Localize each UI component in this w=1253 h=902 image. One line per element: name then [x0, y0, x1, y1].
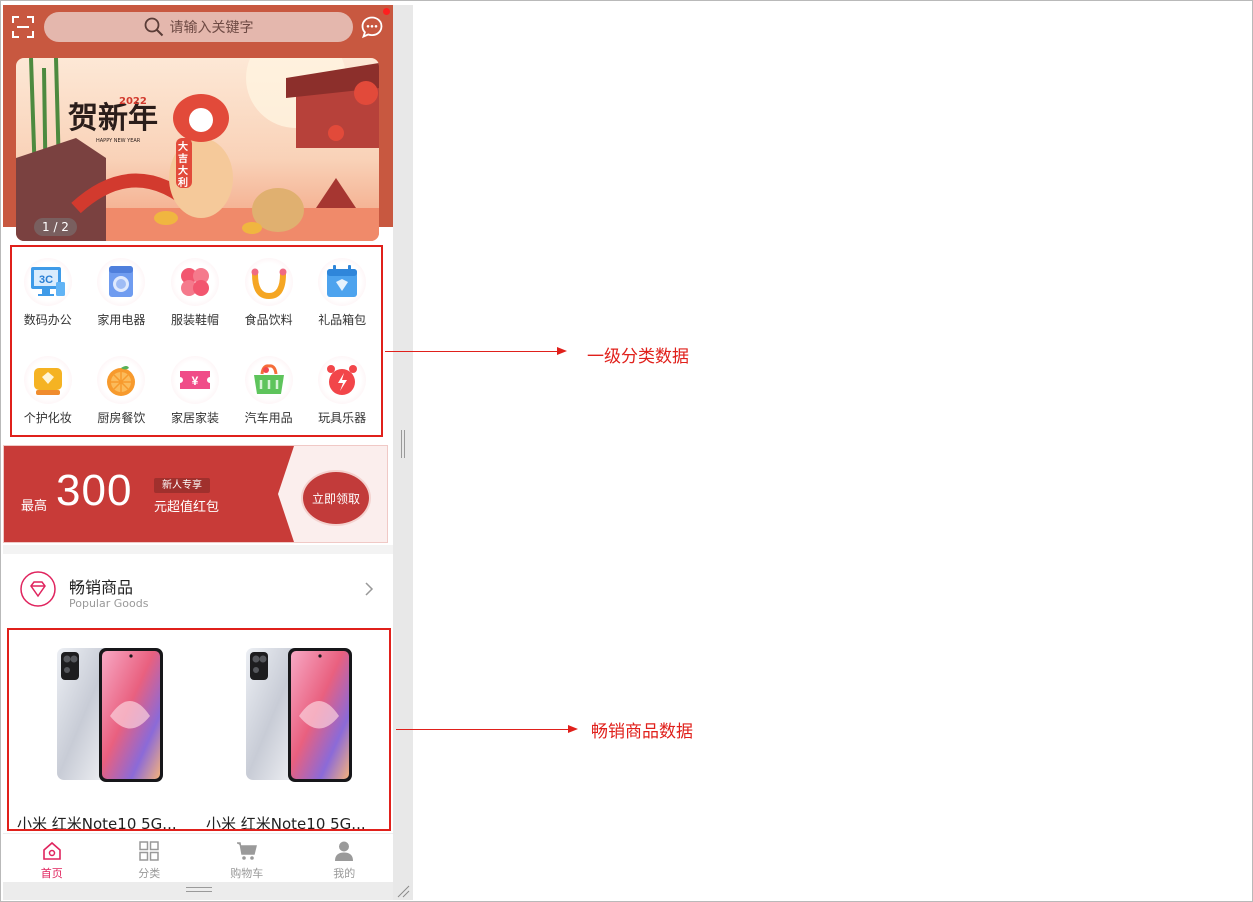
products-annotation-label: 畅销商品数据	[591, 722, 693, 742]
washing-machine-icon	[109, 266, 134, 297]
product-name: 小米 红米Note10 5G...	[17, 815, 177, 833]
banner-year: 2022	[119, 96, 147, 107]
category-label: 家用电器	[97, 313, 146, 327]
diamond-icon	[20, 571, 56, 607]
phone-screen: 请输入关键字 贺新年 2022 HAPPY NEW YEAR 大吉大利 1 / …	[3, 5, 393, 882]
category-annotation-label: 一级分类数据	[587, 347, 689, 367]
category-label: 家居家装	[170, 411, 219, 425]
section-title: 畅销商品	[69, 578, 134, 597]
search-placeholder: 请输入关键字	[169, 20, 254, 36]
category-label: 数码办公	[23, 313, 72, 327]
phone-product-image	[57, 648, 163, 782]
banner-subtitle: HAPPY NEW YEAR	[96, 138, 141, 144]
promo-amount: 300	[56, 466, 133, 515]
popular-goods-header[interactable]: 畅销商品 Popular Goods	[3, 554, 393, 626]
arrow-head-icon	[557, 347, 567, 355]
scan-icon[interactable]	[12, 16, 34, 38]
alarm-clock-icon	[327, 365, 358, 395]
search-icon	[144, 17, 163, 37]
promo-subtitle: 元超值红包	[154, 500, 220, 515]
resize-corner-icon[interactable]	[396, 884, 410, 898]
product-card[interactable]: 小米 红米Note10 5G...	[11, 630, 200, 833]
tab-label: 购物车	[230, 867, 264, 880]
ticket-icon: ¥	[179, 371, 210, 389]
tab-label: 我的	[333, 867, 356, 880]
grid-icon	[139, 841, 159, 861]
tab-category[interactable]: 分类	[101, 834, 199, 882]
basket-icon	[253, 364, 284, 394]
resize-grip-horizontal[interactable]	[186, 887, 212, 892]
chevron-right-icon[interactable]	[363, 581, 375, 597]
category-label: 厨房餐饮	[97, 411, 146, 425]
svg-text:¥: ¥	[192, 374, 199, 388]
cart-icon	[236, 842, 257, 860]
banner-carousel[interactable]: 贺新年 2022 HAPPY NEW YEAR 大吉大利 1 / 2	[16, 58, 379, 241]
category-item[interactable]: 个护化妆	[11, 348, 85, 435]
arrow-head-icon	[568, 725, 578, 733]
promo-prefix: 最高	[21, 499, 48, 514]
top-bar: 请输入关键字	[3, 5, 393, 51]
unread-dot	[383, 8, 390, 15]
computer-3c-icon: 3C	[30, 267, 65, 296]
tab-home[interactable]: 首页	[3, 834, 101, 882]
phone-product-image	[246, 648, 352, 782]
category-label: 个护化妆	[23, 411, 72, 425]
promo-red-panel	[4, 446, 294, 542]
resize-grip-vertical[interactable]	[401, 430, 405, 458]
orange-icon	[107, 366, 136, 396]
tab-mine[interactable]: 我的	[296, 834, 394, 882]
category-grid: 3C 数码办公 家用电器 服装鞋帽 食品饮料 礼品箱包 个护化妆 厨房餐饮 ¥	[11, 250, 379, 435]
category-item[interactable]: 食品饮料	[232, 250, 306, 348]
smile-icon	[251, 268, 287, 300]
banner-illustration	[16, 58, 379, 241]
category-label: 礼品箱包	[318, 313, 367, 327]
section-divider	[3, 545, 393, 554]
tab-label: 首页	[40, 867, 63, 880]
products-annotation-arrow	[396, 729, 568, 730]
claim-button[interactable]: 立即领取	[301, 470, 371, 526]
message-icon[interactable]	[360, 15, 384, 39]
product-name: 小米 红米Note10 5G...	[206, 815, 366, 833]
category-item[interactable]: ¥ 家居家装	[158, 348, 232, 435]
category-item[interactable]: 汽车用品	[232, 348, 306, 435]
section-subtitle: Popular Goods	[69, 597, 149, 610]
promo-tag: 新人专享	[154, 478, 210, 493]
category-item[interactable]: 厨房餐饮	[85, 348, 159, 435]
category-item[interactable]: 3C 数码办公	[11, 250, 85, 348]
category-item[interactable]: 家用电器	[85, 250, 159, 348]
product-list: 小米 红米Note10 5G... 小米 红米Note10 5G...	[11, 630, 389, 833]
banner-scroll-text: 大吉大利	[178, 142, 188, 189]
category-label: 食品饮料	[244, 313, 293, 327]
product-card[interactable]: 小米 红米Note10 5G...	[200, 630, 389, 833]
diamond-box-icon	[33, 368, 62, 395]
tab-label: 分类	[138, 867, 161, 880]
bottom-tab-bar: 首页 分类 购物车 我的	[3, 833, 393, 882]
gift-calendar-icon	[327, 265, 358, 297]
banner-page-indicator: 1 / 2	[34, 218, 77, 236]
category-label: 汽车用品	[244, 411, 293, 425]
user-icon	[335, 841, 354, 861]
category-annotation-arrow	[385, 351, 557, 352]
new-user-promo-banner[interactable]: 最高 300 新人专享 元超值红包 立即领取	[3, 445, 388, 543]
tab-cart[interactable]: 购物车	[198, 834, 296, 882]
home-icon	[42, 841, 61, 860]
category-label: 服装鞋帽	[170, 313, 219, 327]
category-item[interactable]: 礼品箱包	[305, 250, 379, 348]
clover-icon	[180, 268, 209, 296]
category-label: 玩具乐器	[318, 411, 367, 425]
category-item[interactable]: 玩具乐器	[305, 348, 379, 435]
category-item[interactable]: 服装鞋帽	[158, 250, 232, 348]
search-input[interactable]: 请输入关键字	[44, 12, 353, 42]
svg-text:3C: 3C	[39, 274, 53, 286]
